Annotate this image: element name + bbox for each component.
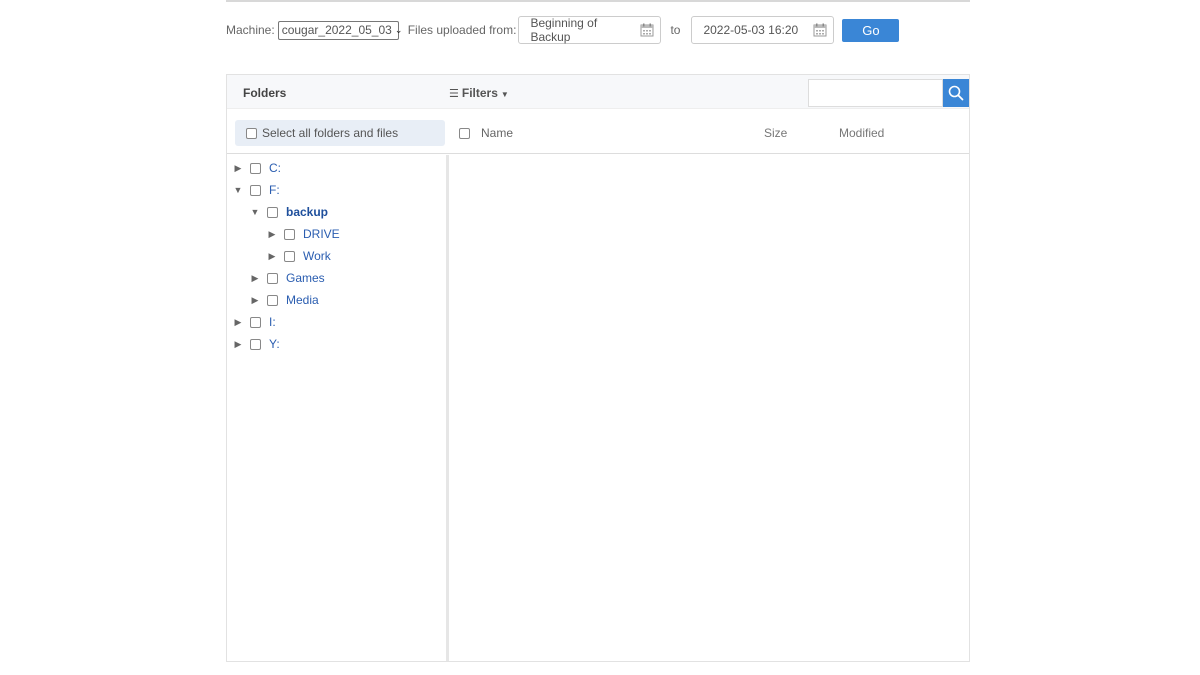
expand-down-icon[interactable]: ▼ bbox=[233, 185, 243, 195]
tree-node[interactable]: ▶ Media bbox=[250, 289, 319, 311]
tree-node[interactable]: ▶ I: bbox=[233, 311, 276, 333]
tree-node-checkbox[interactable] bbox=[284, 250, 295, 262]
top-divider bbox=[226, 0, 970, 2]
tree-node[interactable]: ▶ C: bbox=[233, 157, 281, 179]
to-date-value: 2022-05-03 16:20 bbox=[703, 23, 799, 37]
tree-node-checkbox[interactable] bbox=[250, 162, 261, 174]
tree-node-label[interactable]: F: bbox=[269, 183, 280, 197]
list-icon: ☰ bbox=[449, 87, 459, 100]
expand-right-icon[interactable]: ▶ bbox=[250, 295, 260, 306]
search-button[interactable] bbox=[943, 79, 969, 107]
tree-node-checkbox[interactable] bbox=[267, 294, 278, 306]
tree-node[interactable]: ▶ Y: bbox=[233, 333, 280, 355]
column-name[interactable]: Name bbox=[459, 126, 513, 140]
caret-down-icon: ▼ bbox=[500, 90, 509, 99]
tree-node-label[interactable]: Y: bbox=[269, 337, 280, 351]
tree-node-checkbox[interactable] bbox=[267, 206, 278, 218]
tree-node[interactable]: ▼ backup bbox=[250, 201, 328, 223]
expand-down-icon[interactable]: ▼ bbox=[250, 207, 260, 217]
chevron-down-icon: ⌄ bbox=[394, 24, 403, 35]
select-all-checkbox[interactable] bbox=[246, 127, 257, 139]
filters-label: Filters bbox=[461, 86, 498, 100]
folders-title: Folders bbox=[243, 86, 287, 100]
expand-right-icon[interactable]: ▶ bbox=[250, 273, 260, 284]
tree-node-checkbox[interactable] bbox=[250, 184, 261, 196]
restore-toolbar: Machine: cougar_2022_05_03 ⌄ Files uploa… bbox=[226, 16, 900, 44]
expand-right-icon[interactable]: ▶ bbox=[267, 251, 277, 262]
search-input[interactable] bbox=[808, 79, 943, 107]
column-header-bar: Select all folders and files Name Size M… bbox=[227, 110, 969, 154]
select-all-toggle[interactable]: Select all folders and files bbox=[235, 120, 445, 146]
from-label: Files uploaded from: bbox=[407, 23, 517, 37]
tree-node-label[interactable]: Media bbox=[286, 293, 319, 307]
tree-node[interactable]: ▶ Games bbox=[250, 267, 325, 289]
tree-node[interactable]: ▶ Work bbox=[267, 245, 331, 267]
tree-node-label[interactable]: Games bbox=[286, 271, 325, 285]
expand-right-icon[interactable]: ▶ bbox=[233, 339, 243, 350]
tree-node-checkbox[interactable] bbox=[267, 272, 278, 284]
file-list bbox=[452, 155, 969, 661]
tree-node-checkbox[interactable] bbox=[250, 338, 261, 350]
expand-right-icon[interactable]: ▶ bbox=[233, 163, 243, 174]
to-date-field[interactable]: 2022-05-03 16:20 bbox=[691, 16, 835, 44]
tree-node-label[interactable]: DRIVE bbox=[303, 227, 340, 241]
go-button[interactable]: Go bbox=[842, 18, 900, 42]
machine-label: Machine: bbox=[226, 23, 275, 37]
browse-panel: Folders ☰ Filters ▼ Select all folders a… bbox=[226, 74, 970, 662]
tree-node-label[interactable]: Work bbox=[303, 249, 331, 263]
tree-node[interactable]: ▶ DRIVE bbox=[267, 223, 340, 245]
tree-node[interactable]: ▼ F: bbox=[233, 179, 280, 201]
column-modified[interactable]: Modified bbox=[839, 126, 884, 140]
search-icon bbox=[948, 85, 964, 101]
tree-node-label[interactable]: backup bbox=[286, 205, 328, 219]
tree-node-checkbox[interactable] bbox=[284, 228, 295, 240]
tree-node-label[interactable]: C: bbox=[269, 161, 281, 175]
from-date-value: Beginning of Backup bbox=[530, 16, 598, 44]
filters-menu[interactable]: ☰ Filters ▼ bbox=[449, 86, 509, 100]
tree-node-checkbox[interactable] bbox=[250, 316, 261, 328]
panel-header: Folders ☰ Filters ▼ bbox=[227, 75, 969, 109]
calendar-icon[interactable] bbox=[640, 23, 654, 37]
column-name-label: Name bbox=[481, 126, 514, 140]
select-all-files-checkbox[interactable] bbox=[459, 127, 470, 139]
folder-tree: ▶ C: ▼ F: ▼ backup ▶ DRIVE ▶ Work ▶ Games ▶ Media ▶ I: ▶… bbox=[227, 155, 449, 661]
to-label: to bbox=[670, 23, 681, 37]
from-date-field[interactable]: Beginning of Backup bbox=[518, 16, 662, 44]
expand-right-icon[interactable]: ▶ bbox=[233, 317, 243, 328]
tree-node-label[interactable]: I: bbox=[269, 315, 276, 329]
select-all-label: Select all folders and files bbox=[262, 126, 399, 140]
machine-select[interactable]: cougar_2022_05_03 ⌄ bbox=[277, 20, 402, 40]
column-size[interactable]: Size bbox=[764, 126, 787, 140]
calendar-icon[interactable] bbox=[813, 23, 827, 37]
machine-select-value: cougar_2022_05_03 bbox=[281, 23, 392, 37]
expand-right-icon[interactable]: ▶ bbox=[267, 229, 277, 240]
